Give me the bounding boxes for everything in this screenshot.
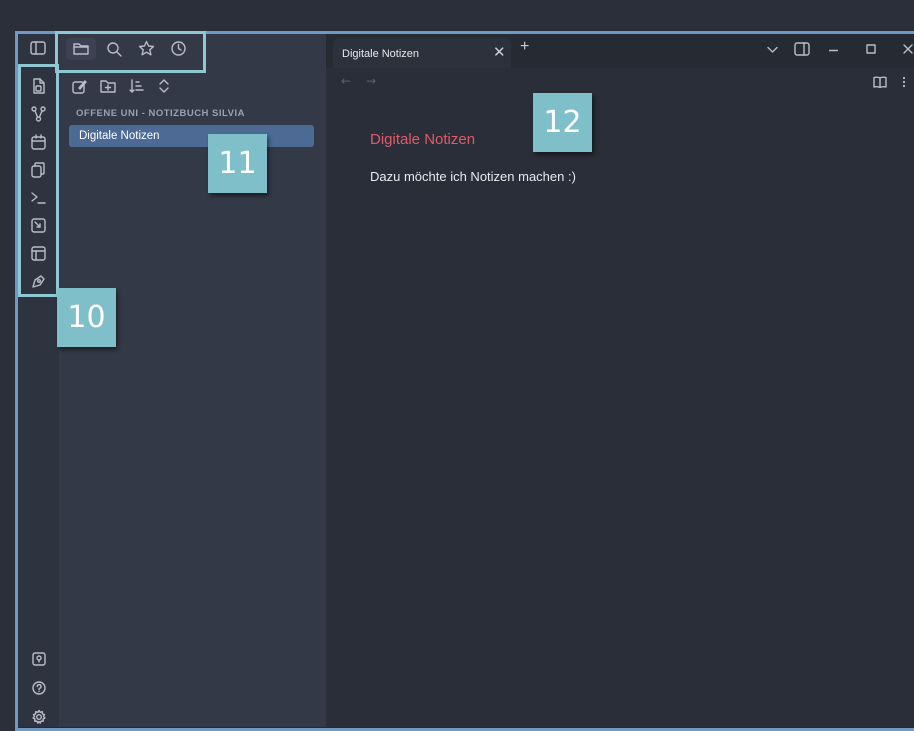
- maximize-icon[interactable]: [866, 44, 876, 54]
- callout-11: 11: [208, 134, 267, 193]
- file-item-digitale-notizen[interactable]: Digitale Notizen: [69, 125, 314, 147]
- help-icon[interactable]: [32, 681, 46, 695]
- vault-icon[interactable]: [32, 652, 46, 666]
- new-note-icon[interactable]: [72, 79, 87, 94]
- vault-name[interactable]: OFFENE UNI - NOTIZBUCH SILVIA: [76, 108, 245, 119]
- tab-bar: Digitale Notizen ✕ +: [326, 34, 914, 68]
- more-options-icon[interactable]: [902, 76, 906, 88]
- reading-view-icon[interactable]: [873, 76, 887, 88]
- collapse-icon[interactable]: [158, 78, 170, 94]
- new-folder-icon[interactable]: [100, 79, 116, 93]
- forward-arrow-icon[interactable]: →: [366, 74, 376, 88]
- chevron-down-icon[interactable]: [767, 46, 778, 54]
- note-title[interactable]: Digitale Notizen: [370, 131, 475, 148]
- tab-digitale-notizen[interactable]: Digitale Notizen ✕: [333, 38, 511, 68]
- tab-title: Digitale Notizen: [342, 48, 420, 60]
- highlight-ribbon: [18, 64, 59, 297]
- tab-close-button[interactable]: ✕: [493, 43, 506, 61]
- callout-10: 10: [57, 288, 116, 347]
- close-icon[interactable]: [903, 44, 913, 54]
- new-tab-button[interactable]: +: [520, 38, 529, 56]
- file-item-label: Digitale Notizen: [79, 130, 160, 142]
- callout-12: 12: [533, 93, 592, 152]
- sort-icon[interactable]: [129, 78, 144, 94]
- minimize-icon[interactable]: [829, 49, 838, 52]
- back-arrow-icon[interactable]: ←: [341, 74, 351, 88]
- highlight-sidebar-tabs: [55, 31, 206, 73]
- note-body[interactable]: Dazu möchte ich Notizen machen :): [370, 169, 576, 184]
- sidebar-toggle-icon[interactable]: [30, 41, 46, 55]
- settings-icon[interactable]: [31, 709, 47, 725]
- right-sidebar-icon[interactable]: [794, 42, 810, 56]
